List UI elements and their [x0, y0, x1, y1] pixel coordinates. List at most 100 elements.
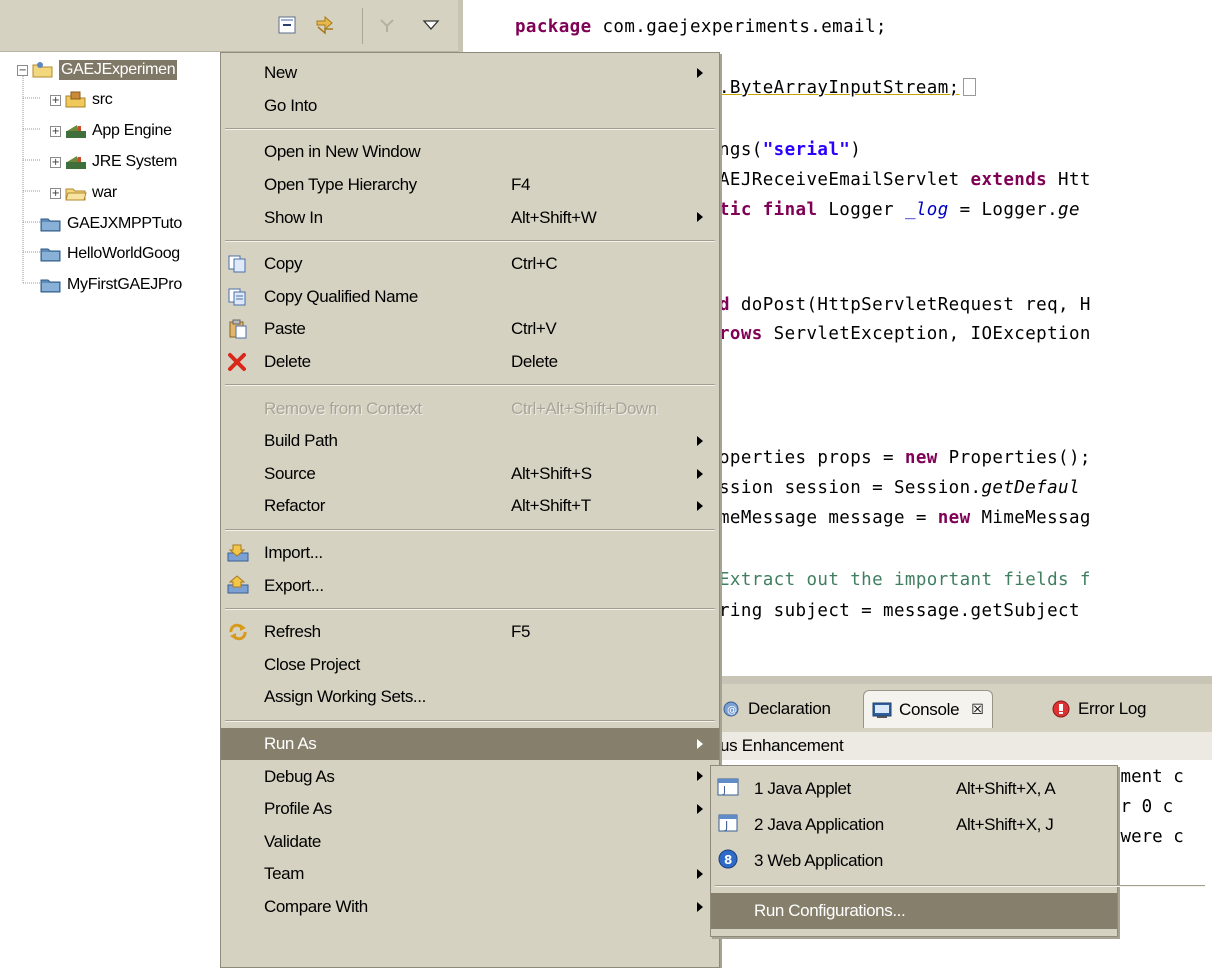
menu-separator — [225, 240, 715, 242]
menu-item-validate[interactable]: Validate — [221, 826, 719, 859]
code-token: ngs( — [719, 140, 763, 160]
link-with-editor-icon[interactable] — [312, 12, 338, 38]
submenu-arrow-icon — [697, 869, 703, 880]
code-token: com.gaejexperiments.email; — [591, 17, 887, 37]
menu-item-source[interactable]: Source Alt+Shift+S — [221, 458, 719, 491]
code-token: extends — [970, 170, 1048, 190]
menu-item-new[interactable]: New — [221, 57, 719, 90]
menu-item-label: Paste — [264, 319, 306, 339]
tree-item-label: App Engine — [92, 122, 172, 139]
submenu-arrow-icon — [697, 901, 703, 912]
menu-item-1-java-applet[interactable]: J 1 Java Applet Alt+Shift+X, A — [711, 771, 1117, 807]
view-menu-icon[interactable] — [418, 12, 444, 38]
closed-project-icon — [40, 276, 62, 294]
menu-item-show-in[interactable]: Show In Alt+Shift+W — [221, 201, 719, 234]
expand-toggle-icon[interactable]: + — [50, 125, 61, 137]
menu-item-export[interactable]: Export... — [221, 569, 719, 602]
tab-declaration[interactable]: @ Declaration — [713, 690, 839, 728]
tab-error-log[interactable]: Error Log — [1043, 690, 1154, 728]
menu-item-profile-as[interactable]: Profile As — [221, 793, 719, 826]
menu-item-label: Delete — [264, 352, 311, 372]
menu-item-label: Copy Qualified Name — [264, 286, 418, 306]
console-line: ement c — [1110, 767, 1184, 787]
code-token: ServletException, IOException — [762, 324, 1091, 344]
svg-text:J: J — [724, 819, 728, 832]
menu-item-open-type-hierarchy[interactable]: Open Type Hierarchy F4 — [221, 169, 719, 202]
menu-item-import[interactable]: Import... — [221, 537, 719, 570]
menu-item-label: Debug As — [264, 766, 335, 786]
export-icon — [227, 575, 249, 595]
tree-item-project[interactable]: − GAEJExperimen — [17, 55, 178, 85]
menu-separator — [225, 528, 715, 531]
menu-item-shortcut: Ctrl+C — [511, 254, 558, 274]
menu-item-label: Remove from Context — [264, 398, 422, 418]
menu-separator — [715, 885, 1205, 887]
java-application-icon: J — [717, 813, 739, 833]
context-menu: New Go Into Open in New Window Open Type Hi… — [220, 52, 720, 968]
closed-project-icon — [40, 215, 62, 233]
menu-item-paste[interactable]: Paste Ctrl+V — [221, 313, 719, 346]
menu-item-3-web-application[interactable]: 8 3 Web Application — [711, 843, 1117, 879]
menu-item-run-as[interactable]: Run As — [221, 727, 719, 761]
tree-item-app-engine[interactable]: + App Engine — [50, 116, 172, 146]
menu-item-label: Copy — [264, 254, 303, 274]
menu-item-label: Run As — [264, 734, 317, 754]
menu-item-compare-with[interactable]: Compare With — [221, 891, 719, 924]
tree-item-helloworld[interactable]: HelloWorldGoog — [40, 239, 180, 269]
tree-item-war[interactable]: + war — [50, 178, 117, 208]
menu-item-shortcut: F4 — [511, 175, 531, 195]
menu-item-label: Open Type Hierarchy — [264, 175, 417, 195]
code-token: Properties(); — [937, 448, 1091, 468]
tree-item-label: GAEJExperimen — [59, 60, 178, 80]
menu-item-copy-qualified-name[interactable]: Copy Qualified Name — [221, 281, 719, 314]
tree-item-src[interactable]: + src — [50, 85, 113, 115]
tab-label: Console — [899, 699, 960, 719]
filter-icon[interactable] — [374, 12, 400, 38]
menu-item-shortcut: Alt+Shift+T — [511, 496, 591, 516]
menu-item-build-path[interactable]: Build Path — [221, 425, 719, 458]
menu-item-label: Validate — [264, 831, 321, 851]
error-log-icon — [1051, 700, 1071, 718]
tree-item-jre-system[interactable]: + JRE System — [50, 147, 177, 177]
collapse-all-icon[interactable] — [274, 12, 300, 38]
code-token: new — [937, 508, 971, 528]
menu-item-refactor[interactable]: Refactor Alt+Shift+T — [221, 490, 719, 523]
menu-item-run-configurations[interactable]: Run Configurations... — [711, 893, 1117, 929]
refresh-icon — [227, 622, 249, 642]
tree-item-myfirst[interactable]: MyFirstGAEJPro — [40, 270, 182, 300]
menu-item-team[interactable]: Team — [221, 858, 719, 891]
close-tab-icon[interactable]: ☒ — [971, 702, 984, 718]
menu-separator — [225, 128, 715, 131]
expand-toggle-icon[interactable]: + — [50, 156, 61, 168]
menu-item-delete[interactable]: Delete Delete — [221, 346, 719, 379]
menu-item-shortcut: F5 — [511, 622, 531, 642]
menu-item-2-java-application[interactable]: J 2 Java Application Alt+Shift+X, J — [711, 807, 1117, 843]
explorer-toolbar — [0, 0, 463, 52]
tab-label: Error Log — [1078, 699, 1147, 718]
submenu-arrow-icon — [697, 501, 703, 512]
expand-toggle-icon[interactable]: + — [50, 187, 61, 199]
closed-project-icon — [40, 245, 62, 263]
code-token: ) — [850, 140, 862, 160]
svg-text:J: J — [722, 785, 726, 796]
tree-item-gaejxmpp[interactable]: GAEJXMPPTuto — [40, 209, 182, 239]
menu-item-label: Build Path — [264, 431, 338, 451]
console-icon — [872, 701, 892, 719]
tab-console[interactable]: Console ☒ — [863, 690, 993, 728]
menu-item-label: Assign Working Sets... — [264, 687, 426, 707]
web-application-icon: 8 — [717, 849, 739, 869]
collapse-toggle-icon[interactable]: − — [17, 64, 28, 76]
menu-item-open-in-new-window[interactable]: Open in New Window — [221, 136, 719, 169]
code-line: package com.gaejexperiments.email; — [515, 14, 887, 40]
menu-item-copy[interactable]: Copy Ctrl+C — [221, 248, 719, 281]
menu-item-shortcut: Delete — [511, 352, 558, 372]
menu-item-debug-as[interactable]: Debug As — [221, 760, 719, 793]
menu-item-go-into[interactable]: Go Into — [221, 90, 719, 123]
folded-imports-icon[interactable] — [962, 78, 976, 96]
expand-toggle-icon[interactable]: + — [50, 94, 61, 106]
code-token: operties props = — [719, 448, 905, 468]
menu-item-refresh[interactable]: Refresh F5 — [221, 616, 719, 649]
menu-item-assign-working-sets[interactable]: Assign Working Sets... — [221, 681, 719, 714]
code-line: AEJReceiveEmailServlet extends Htt — [719, 167, 1091, 193]
menu-item-close-project[interactable]: Close Project — [221, 649, 719, 682]
